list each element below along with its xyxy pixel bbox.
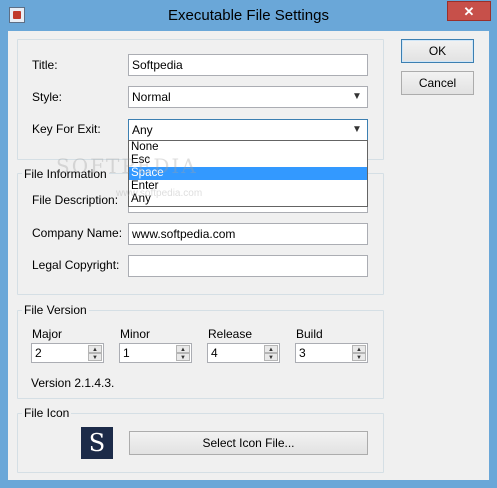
release-value: 4 [211, 346, 218, 360]
build-stepper[interactable]: 3 ▲ ▼ [295, 343, 368, 363]
legal-copyright-label: Legal Copyright: [32, 258, 120, 272]
version-text: Version 2.1.4.3. [31, 376, 115, 390]
major-spin-buttons[interactable]: ▲ ▼ [88, 345, 102, 361]
spin-up-icon[interactable]: ▲ [88, 345, 102, 353]
ok-button[interactable]: OK [401, 39, 474, 63]
window-title: Executable File Settings [168, 7, 329, 24]
legal-copyright-input[interactable] [128, 255, 368, 277]
softpedia-watermark: SOFTPEDIA [56, 154, 198, 178]
minor-value: 1 [123, 346, 130, 360]
cancel-button[interactable]: Cancel [401, 71, 474, 95]
chevron-down-icon[interactable]: ▼ [351, 90, 363, 104]
app-window: Executable File Settings ✕ Title: Softpe… [0, 0, 497, 488]
spin-down-icon[interactable]: ▼ [352, 353, 366, 361]
spin-down-icon[interactable]: ▼ [176, 353, 190, 361]
spin-up-icon[interactable]: ▲ [352, 345, 366, 353]
company-name-input[interactable]: www.softpedia.com [128, 223, 368, 245]
company-name-label: Company Name: [32, 226, 123, 240]
softpedia-s-icon: S [81, 427, 113, 459]
build-spin-buttons[interactable]: ▲ ▼ [352, 345, 366, 361]
title-bar[interactable]: Executable File Settings ✕ [0, 0, 497, 31]
major-value: 2 [35, 346, 42, 360]
title-label: Title: [32, 58, 58, 72]
minor-spin-buttons[interactable]: ▲ ▼ [176, 345, 190, 361]
select-icon-file-button[interactable]: Select Icon File... [129, 431, 368, 455]
major-stepper[interactable]: 2 ▲ ▼ [31, 343, 104, 363]
softpedia-watermark-url: www.softpedia.com [116, 188, 203, 199]
style-select[interactable]: Normal ▼ [128, 86, 368, 108]
dropdown-option[interactable]: None [129, 141, 367, 154]
file-icon-title: File Icon [22, 406, 72, 420]
dialog-body: Title: Softpedia Style: Normal ▼ Key For… [8, 31, 489, 480]
style-select-value: Normal [132, 90, 171, 104]
release-spin-buttons[interactable]: ▲ ▼ [264, 345, 278, 361]
chevron-down-icon[interactable]: ▼ [351, 123, 363, 137]
spin-down-icon[interactable]: ▼ [88, 353, 102, 361]
release-label: Release [208, 327, 253, 341]
build-value: 3 [299, 346, 306, 360]
spin-down-icon[interactable]: ▼ [264, 353, 278, 361]
style-label: Style: [32, 90, 63, 104]
spin-up-icon[interactable]: ▲ [264, 345, 278, 353]
title-input[interactable]: Softpedia [128, 54, 368, 76]
file-version-title: File Version [22, 303, 89, 317]
minor-stepper[interactable]: 1 ▲ ▼ [119, 343, 192, 363]
key-for-exit-select[interactable]: Any ▼ [128, 119, 368, 141]
key-for-exit-label: Key For Exit: [32, 122, 101, 136]
minor-label: Minor [120, 327, 151, 341]
file-description-label: File Description: [32, 193, 119, 207]
spin-up-icon[interactable]: ▲ [176, 345, 190, 353]
key-for-exit-value: Any [132, 123, 153, 137]
major-label: Major [32, 327, 63, 341]
build-label: Build [296, 327, 323, 341]
release-stepper[interactable]: 4 ▲ ▼ [207, 343, 280, 363]
close-button[interactable]: ✕ [447, 1, 491, 21]
